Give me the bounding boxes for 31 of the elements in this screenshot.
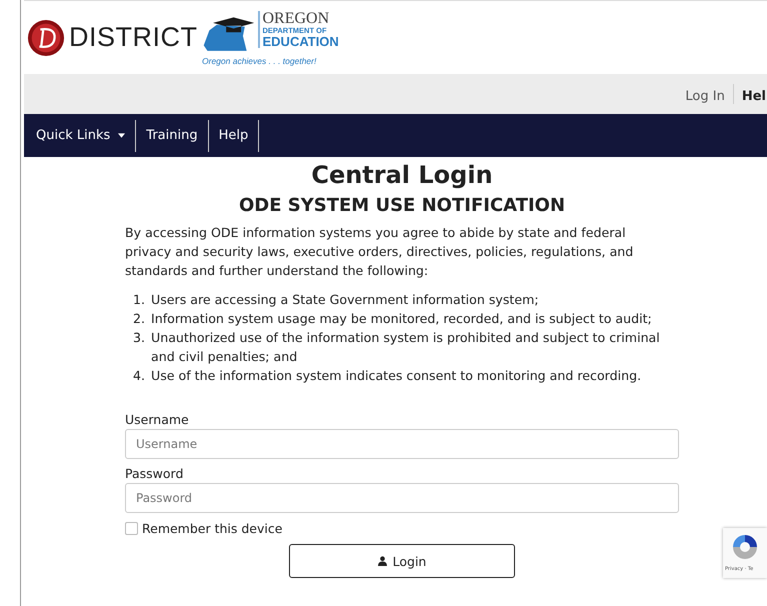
nav-item[interactable]: Help — [208, 120, 260, 152]
tagline: Oregon achieves . . . together! — [202, 56, 316, 66]
list-number: 2. — [133, 310, 145, 328]
notice-item: Users are accessing a State Government information system; — [151, 291, 539, 309]
caret-icon — [118, 133, 126, 138]
help-link[interactable]: Hel — [742, 89, 766, 104]
remember-checkbox[interactable] — [125, 522, 138, 535]
list-number: 3. — [133, 329, 145, 347]
d-logo-icon — [27, 18, 65, 56]
password-field[interactable]: Password — [125, 483, 679, 513]
login-button[interactable]: Login — [289, 544, 515, 578]
checkbox-label: Remember this device — [142, 521, 282, 536]
user-icon — [378, 556, 387, 566]
agency-name: OREGON — [262, 11, 330, 28]
notice-item: Use of the information system indicates consent to monitoring and recording. — [151, 367, 642, 385]
notice-text: By accessing ODE information systems you agree to abide by state and federal privacy and security laws, executive orders, directives, policies, regulations, and standards and further understand the following: — [125, 224, 634, 280]
notice-item: Information system usage may be monitored, recorded, and is subject to audit; — [151, 310, 652, 328]
recaptcha-icon — [730, 532, 760, 562]
login-link[interactable]: Log In — [685, 89, 725, 104]
notice-item: Unauthorized use of the information system is prohibited and subject to criminal and civil penalties; and — [151, 329, 661, 366]
nav-item[interactable]: Quick Links — [26, 120, 136, 152]
list-number: 1. — [133, 291, 145, 309]
field-label: Username — [125, 411, 190, 429]
username-field[interactable]: Username — [125, 429, 679, 459]
brand-name: DISTRICT — [69, 22, 198, 53]
field-label: Password — [125, 465, 184, 483]
list-number: 4. — [133, 367, 145, 385]
notice-heading: ODE SYSTEM USE NOTIFICATION — [238, 194, 566, 218]
agency-department: EDUCATION — [262, 34, 339, 48]
nav-item[interactable]: Training — [136, 120, 209, 152]
page-title: Central Login — [311, 160, 493, 191]
